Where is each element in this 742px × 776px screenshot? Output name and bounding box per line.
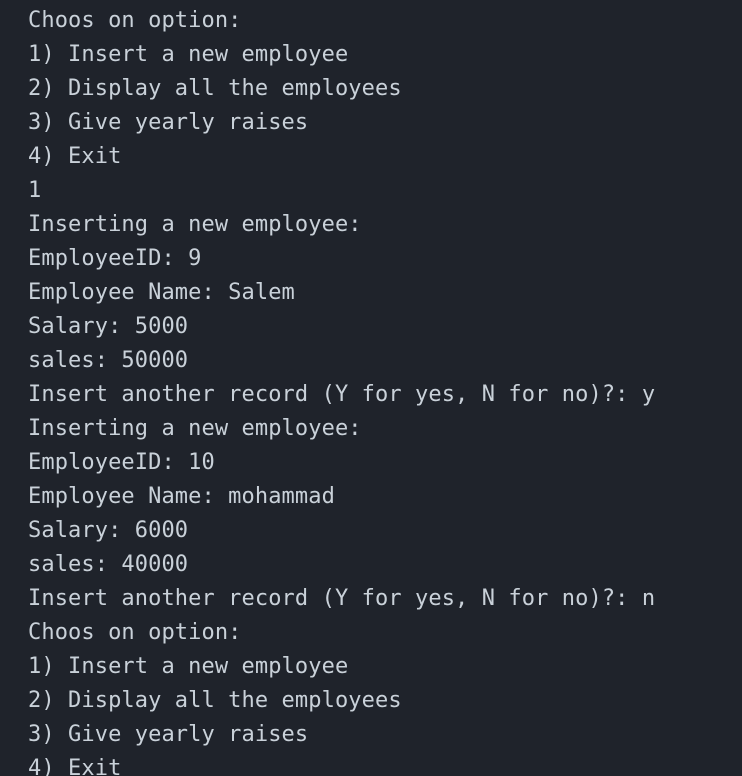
terminal-line-menu-option-1: 1) Insert a new employee: [28, 42, 349, 67]
terminal-line-employee-id: EmployeeID: 10: [28, 450, 215, 475]
terminal-line-salary: Salary: 6000: [28, 518, 189, 543]
terminal-line-menu-option-3: 3) Give yearly raises: [28, 110, 309, 135]
terminal-line-sales: sales: 40000: [28, 552, 189, 577]
terminal-line-menu-option-2: 2) Display all the employees: [28, 688, 402, 713]
terminal-line-insert-header: Inserting a new employee:: [28, 212, 362, 237]
terminal-line-menu-prompt: Choos on option:: [28, 620, 242, 645]
terminal-line-menu-option-4: 4) Exit: [28, 144, 122, 169]
terminal-output[interactable]: Choos on option: 1) Insert a new employe…: [0, 0, 742, 776]
terminal-line-menu-option-4: 4) Exit: [28, 756, 122, 776]
terminal-line-salary: Salary: 5000: [28, 314, 189, 339]
terminal-line-menu-option-3: 3) Give yearly raises: [28, 722, 309, 747]
terminal-line-menu-option-2: 2) Display all the employees: [28, 76, 402, 101]
terminal-line-sales: sales: 50000: [28, 348, 189, 373]
terminal-line-user-choice: 1: [28, 178, 42, 203]
terminal-line-menu-prompt: Choos on option:: [28, 8, 242, 33]
terminal-line-insert-another-prompt: Insert another record (Y for yes, N for …: [28, 382, 656, 407]
terminal-line-menu-option-1: 1) Insert a new employee: [28, 654, 349, 679]
terminal-line-insert-header: Inserting a new employee:: [28, 416, 362, 441]
terminal-line-employee-name: Employee Name: Salem: [28, 280, 295, 305]
terminal-line-employee-id: EmployeeID: 9: [28, 246, 202, 271]
terminal-line-insert-another-prompt: Insert another record (Y for yes, N for …: [28, 586, 656, 611]
terminal-line-employee-name: Employee Name: mohammad: [28, 484, 335, 509]
